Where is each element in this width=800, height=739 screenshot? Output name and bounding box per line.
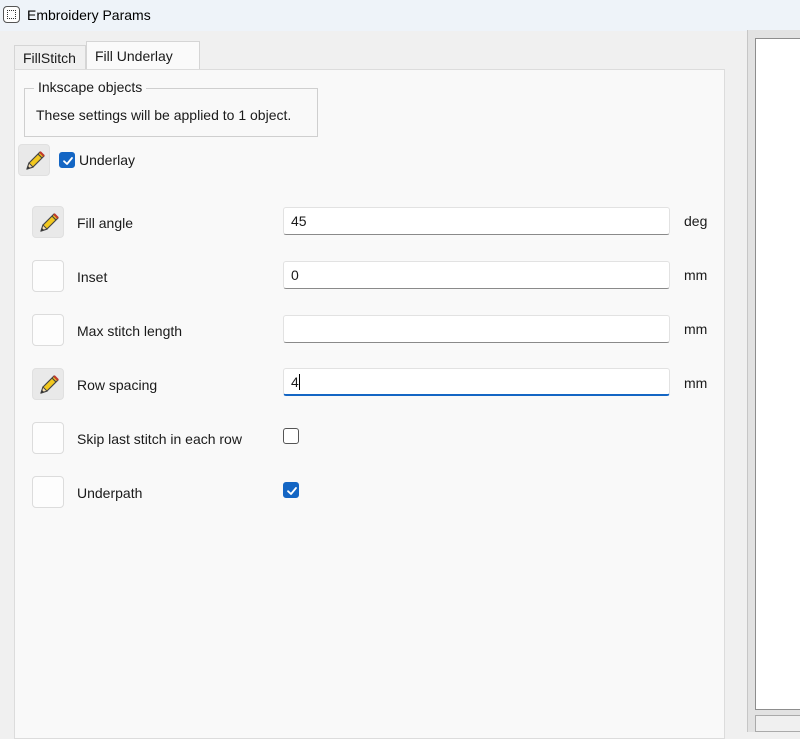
- pencil-icon: [37, 373, 61, 397]
- max-stitch-length-input[interactable]: [283, 315, 670, 343]
- row-spacing-value: 4: [291, 374, 299, 390]
- inset-label: Inset: [77, 269, 108, 285]
- underlay-edit-button[interactable]: [18, 144, 50, 176]
- underpath-checkbox[interactable]: [283, 482, 299, 498]
- group-description: These settings will be applied to 1 obje…: [36, 107, 292, 123]
- inset-unit: mm: [684, 267, 708, 283]
- check-icon: [61, 154, 75, 168]
- tab-panel: [14, 69, 725, 739]
- underpath-label: Underpath: [77, 485, 143, 501]
- underlay-checkbox[interactable]: [59, 152, 75, 168]
- preview-footer: [755, 715, 800, 732]
- text-caret: [298, 374, 300, 390]
- fill-angle-input[interactable]: 45: [283, 207, 670, 235]
- skip-last-stitch-edit-button[interactable]: [32, 422, 64, 454]
- row-spacing-unit: mm: [684, 375, 708, 391]
- title-bar: Embroidery Params: [0, 0, 800, 31]
- group-title: Inkscape objects: [34, 79, 147, 95]
- underpath-edit-button[interactable]: [32, 476, 64, 508]
- fill-angle-edit-button[interactable]: [32, 206, 64, 238]
- pencil-icon: [37, 211, 61, 235]
- row-spacing-label: Row spacing: [77, 377, 158, 393]
- tab-fill-underlay[interactable]: Fill Underlay: [86, 41, 200, 69]
- inset-edit-button[interactable]: [32, 260, 64, 292]
- fill-angle-label: Fill angle: [77, 215, 134, 231]
- row-spacing-edit-button[interactable]: [32, 368, 64, 400]
- preview-canvas[interactable]: [755, 38, 800, 710]
- max-stitch-length-unit: mm: [684, 321, 708, 337]
- fill-angle-unit: deg: [684, 213, 708, 229]
- row-spacing-input[interactable]: 4: [283, 368, 670, 396]
- max-stitch-length-edit-button[interactable]: [32, 314, 64, 346]
- app-icon: [3, 6, 20, 23]
- inset-input[interactable]: 0: [283, 261, 670, 289]
- check-icon: [285, 484, 299, 498]
- skip-last-stitch-checkbox[interactable]: [283, 428, 299, 444]
- max-stitch-length-label: Max stitch length: [77, 323, 183, 339]
- underlay-label: Underlay: [79, 152, 136, 168]
- tab-fillstitch[interactable]: FillStitch: [14, 45, 86, 70]
- skip-last-stitch-label: Skip last stitch in each row: [77, 431, 242, 447]
- pencil-icon: [23, 149, 47, 173]
- window-title: Embroidery Params: [27, 7, 151, 23]
